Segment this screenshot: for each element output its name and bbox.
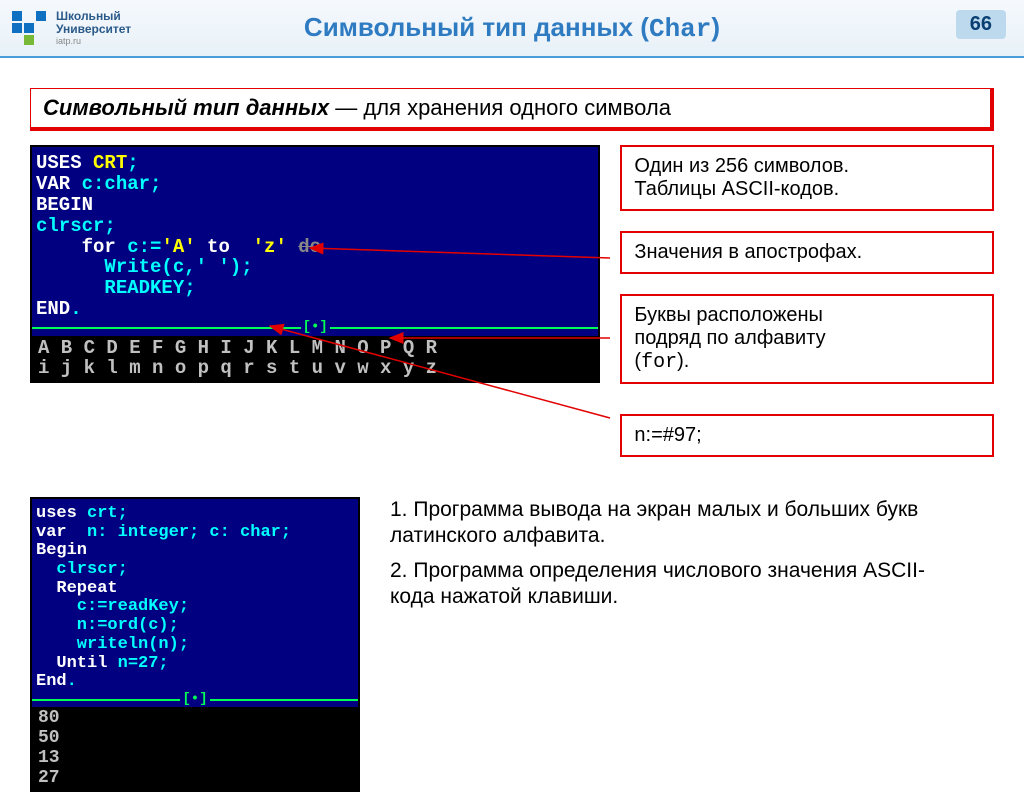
note-2: Значения в апострофах. <box>620 231 994 274</box>
side-notes: Один из 256 символов. Таблицы ASCII-кодо… <box>620 145 994 457</box>
code-block-1: USES CRT; VAR c:char; BEGIN clrscr; for … <box>30 145 600 383</box>
definition-text: для хранения одного символа <box>363 95 671 120</box>
slide-header: Школьный Университет iatp.ru Символьный … <box>0 0 1024 58</box>
note-4: n:=#97; <box>620 414 994 457</box>
code-block-2: uses crt; var n: integer; c: char; Begin… <box>30 497 360 792</box>
page-number: 66 <box>956 10 1006 39</box>
definition-term: Символьный тип данных <box>43 95 329 120</box>
code2-output: 80 50 13 27 <box>32 707 358 790</box>
note-3: Буквы расположены подряд по алфавиту (fo… <box>620 294 994 384</box>
task-1: 1. Программа вывода на экран малых и бол… <box>390 497 940 550</box>
note-1: Один из 256 символов. Таблицы ASCII-кодо… <box>620 145 994 211</box>
tasks-list: 1. Программа вывода на экран малых и бол… <box>390 497 940 618</box>
code1-output: A B C D E F G H I J K L M N O P Q R i j … <box>32 336 598 382</box>
task-2: 2. Программа определения числового значе… <box>390 558 940 611</box>
definition-box: Символьный тип данных — для хранения одн… <box>30 88 994 131</box>
slide-title: Символьный тип данных (Char) <box>0 12 1024 44</box>
